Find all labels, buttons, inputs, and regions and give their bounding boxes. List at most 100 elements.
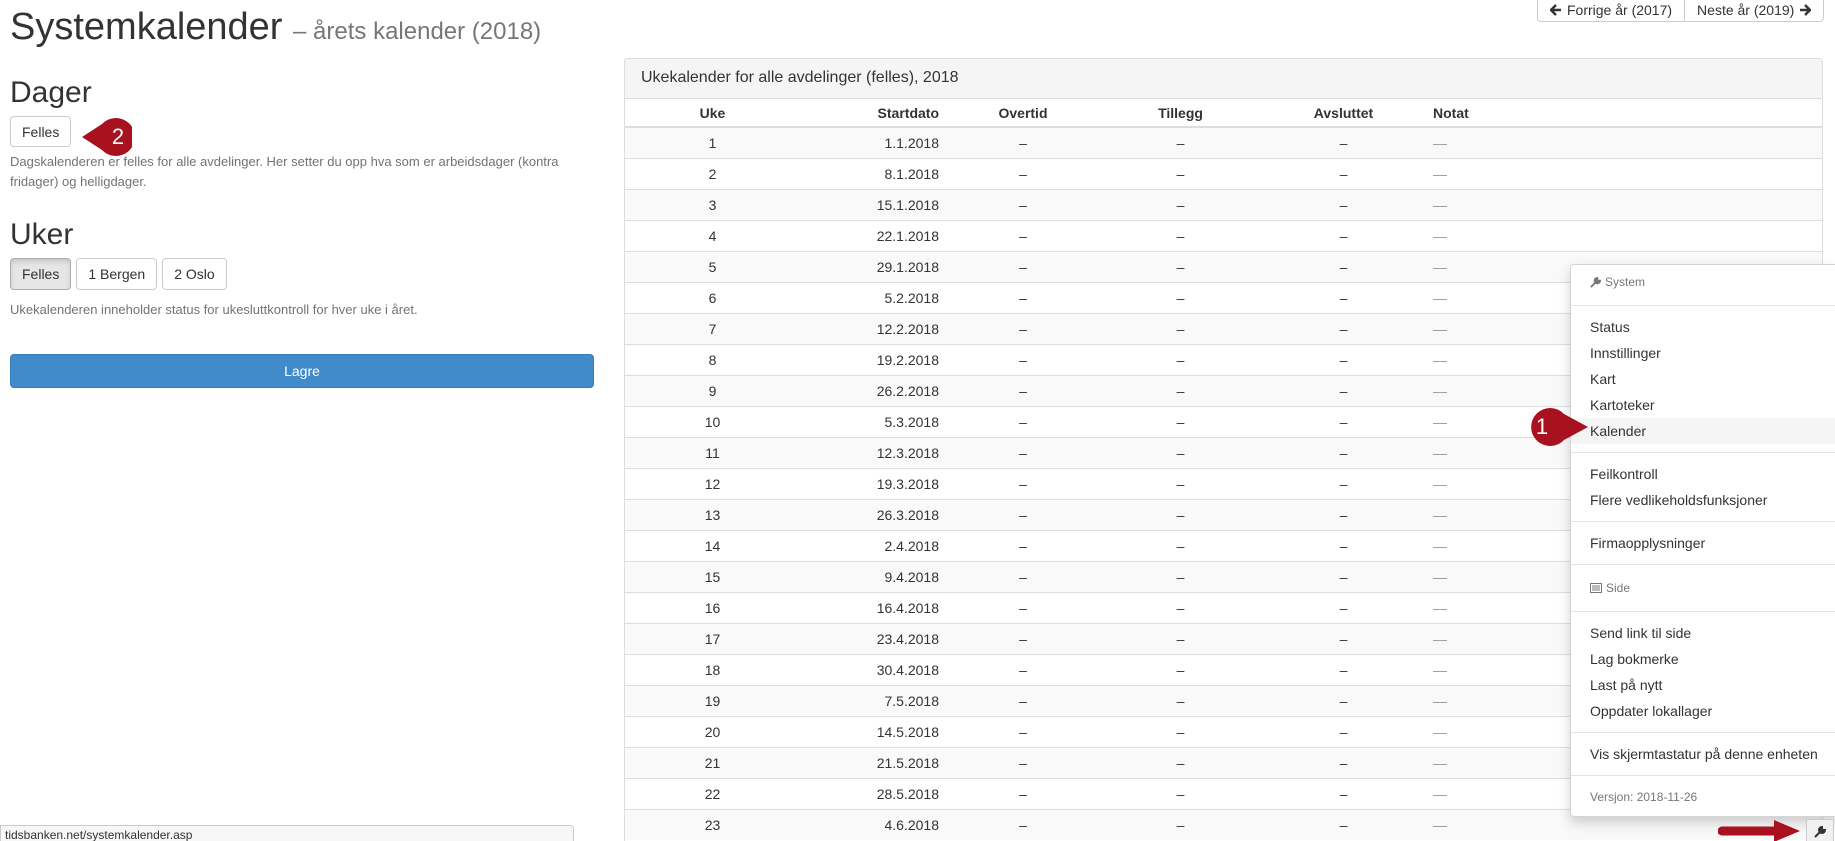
menu-item-update-cache[interactable]: Oppdater lokallager xyxy=(1571,698,1835,724)
cell-supplement: – xyxy=(1099,126,1262,158)
cell-overtime: – xyxy=(947,808,1099,840)
menu-divider xyxy=(1571,521,1835,522)
cell-week: 14 xyxy=(625,529,800,561)
cell-week: 9 xyxy=(625,374,800,406)
cell-closed: – xyxy=(1262,777,1425,809)
cell-supplement: – xyxy=(1099,436,1262,468)
cell-start-date: 23.4.2018 xyxy=(800,622,947,654)
cell-week: 21 xyxy=(625,746,800,778)
menu-header-page: Side xyxy=(1571,573,1835,603)
system-menu-toggle-button[interactable] xyxy=(1806,819,1834,841)
cell-week: 23 xyxy=(625,808,800,840)
cell-week: 4 xyxy=(625,219,800,251)
cell-supplement: – xyxy=(1099,653,1262,685)
cell-note: — xyxy=(1425,219,1822,251)
cell-supplement: – xyxy=(1099,746,1262,778)
menu-divider xyxy=(1571,611,1835,612)
year-navigation: Forrige år (2017) Neste år (2019) xyxy=(1537,0,1825,22)
days-heading: Dager xyxy=(10,76,92,109)
table-row[interactable]: 3 15.1.2018– – – — xyxy=(625,188,1822,220)
menu-item-error-check[interactable]: Feilkontroll xyxy=(1571,461,1835,487)
cell-week: 16 xyxy=(625,591,800,623)
cell-week: 11 xyxy=(625,436,800,468)
cell-overtime: – xyxy=(947,374,1099,406)
weeks-oslo-button[interactable]: 2 Oslo xyxy=(162,258,227,290)
cell-start-date: 5.3.2018 xyxy=(800,405,947,437)
cell-start-date: 26.3.2018 xyxy=(800,498,947,530)
cell-start-date: 22.1.2018 xyxy=(800,219,947,251)
table-row[interactable]: 1 1.1.2018– – – — xyxy=(625,126,1822,158)
save-button[interactable]: Lagre xyxy=(10,354,594,388)
cell-closed: – xyxy=(1262,436,1425,468)
menu-divider xyxy=(1571,564,1835,565)
cell-overtime: – xyxy=(947,715,1099,747)
cell-closed: – xyxy=(1262,808,1425,840)
cell-closed: – xyxy=(1262,622,1425,654)
weeks-felles-button[interactable]: Felles xyxy=(10,258,72,290)
annotation-marker-1: 1 xyxy=(1526,408,1588,446)
cell-supplement: – xyxy=(1099,591,1262,623)
cell-closed: – xyxy=(1262,188,1425,220)
cell-closed: – xyxy=(1262,219,1425,251)
cell-overtime: – xyxy=(947,126,1099,158)
menu-header-system: System xyxy=(1571,267,1835,297)
cell-overtime: – xyxy=(947,529,1099,561)
menu-item-status[interactable]: Status xyxy=(1571,314,1835,340)
next-year-button[interactable]: Neste år (2019) xyxy=(1685,0,1825,22)
cell-start-date: 29.1.2018 xyxy=(800,250,947,282)
cell-closed: – xyxy=(1262,343,1425,375)
weeks-bergen-button[interactable]: 1 Bergen xyxy=(76,258,158,290)
menu-divider xyxy=(1571,775,1835,776)
cell-start-date: 5.2.2018 xyxy=(800,281,947,313)
cell-start-date: 30.4.2018 xyxy=(800,653,947,685)
cell-start-date: 26.2.2018 xyxy=(800,374,947,406)
menu-item-company-info[interactable]: Firmaopplysninger xyxy=(1571,530,1835,556)
wrench-icon xyxy=(1814,826,1826,838)
cell-supplement: – xyxy=(1099,219,1262,251)
table-row[interactable]: 2 8.1.2018– – – — xyxy=(625,157,1822,189)
cell-supplement: – xyxy=(1099,622,1262,654)
menu-item-bookmark[interactable]: Lag bokmerke xyxy=(1571,646,1835,672)
cell-start-date: 4.6.2018 xyxy=(800,808,947,840)
menu-item-more-maintenance[interactable]: Flere vedlikeholdsfunksjoner xyxy=(1571,487,1835,513)
cell-start-date: 14.5.2018 xyxy=(800,715,947,747)
menu-item-send-link[interactable]: Send link til side xyxy=(1571,620,1835,646)
cell-overtime: – xyxy=(947,436,1099,468)
cell-week: 15 xyxy=(625,560,800,592)
cell-start-date: 28.5.2018 xyxy=(800,777,947,809)
cell-week: 18 xyxy=(625,653,800,685)
prev-year-button[interactable]: Forrige år (2017) xyxy=(1537,0,1686,22)
menu-item-map[interactable]: Kart xyxy=(1571,366,1835,392)
cell-closed: – xyxy=(1262,281,1425,313)
cell-overtime: – xyxy=(947,188,1099,220)
menu-version: Versjon: 2018-11-26 xyxy=(1590,790,1698,804)
cell-supplement: – xyxy=(1099,560,1262,592)
table-header-row: Uke Startdato Overtid Tillegg Avsluttet … xyxy=(625,99,1822,128)
table-row[interactable]: 4 22.1.2018– – – — xyxy=(625,219,1822,251)
menu-divider xyxy=(1571,452,1835,453)
menu-item-settings[interactable]: Innstillinger xyxy=(1571,340,1835,366)
cell-supplement: – xyxy=(1099,157,1262,189)
cell-start-date: 7.5.2018 xyxy=(800,684,947,716)
cell-start-date: 9.4.2018 xyxy=(800,560,947,592)
menu-item-reload[interactable]: Last på nytt xyxy=(1571,672,1835,698)
cell-closed: – xyxy=(1262,684,1425,716)
days-help-text: Dagskalenderen er felles for alle avdeli… xyxy=(10,154,559,189)
weeks-help-text: Ukekalenderen inneholder status for ukes… xyxy=(10,302,418,317)
cell-overtime: – xyxy=(947,343,1099,375)
cell-week: 5 xyxy=(625,250,800,282)
menu-item-registers[interactable]: Kartoteker xyxy=(1571,392,1835,418)
cell-overtime: – xyxy=(947,560,1099,592)
days-felles-button[interactable]: Felles xyxy=(10,116,72,147)
menu-item-calendar[interactable]: Kalender xyxy=(1571,418,1835,444)
list-icon xyxy=(1590,583,1602,593)
annotation-marker-2: 2 xyxy=(82,118,132,156)
arrow-right-icon xyxy=(1800,4,1812,16)
browser-status-bar: tidsbanken.net/systemkalender.asp xyxy=(0,825,574,841)
menu-item-screen-keyboard[interactable]: Vis skjermtastatur på denne enheten xyxy=(1571,741,1835,767)
cell-closed: – xyxy=(1262,126,1425,158)
cell-overtime: – xyxy=(947,684,1099,716)
cell-supplement: – xyxy=(1099,808,1262,840)
cell-overtime: – xyxy=(947,777,1099,809)
cell-start-date: 2.4.2018 xyxy=(800,529,947,561)
